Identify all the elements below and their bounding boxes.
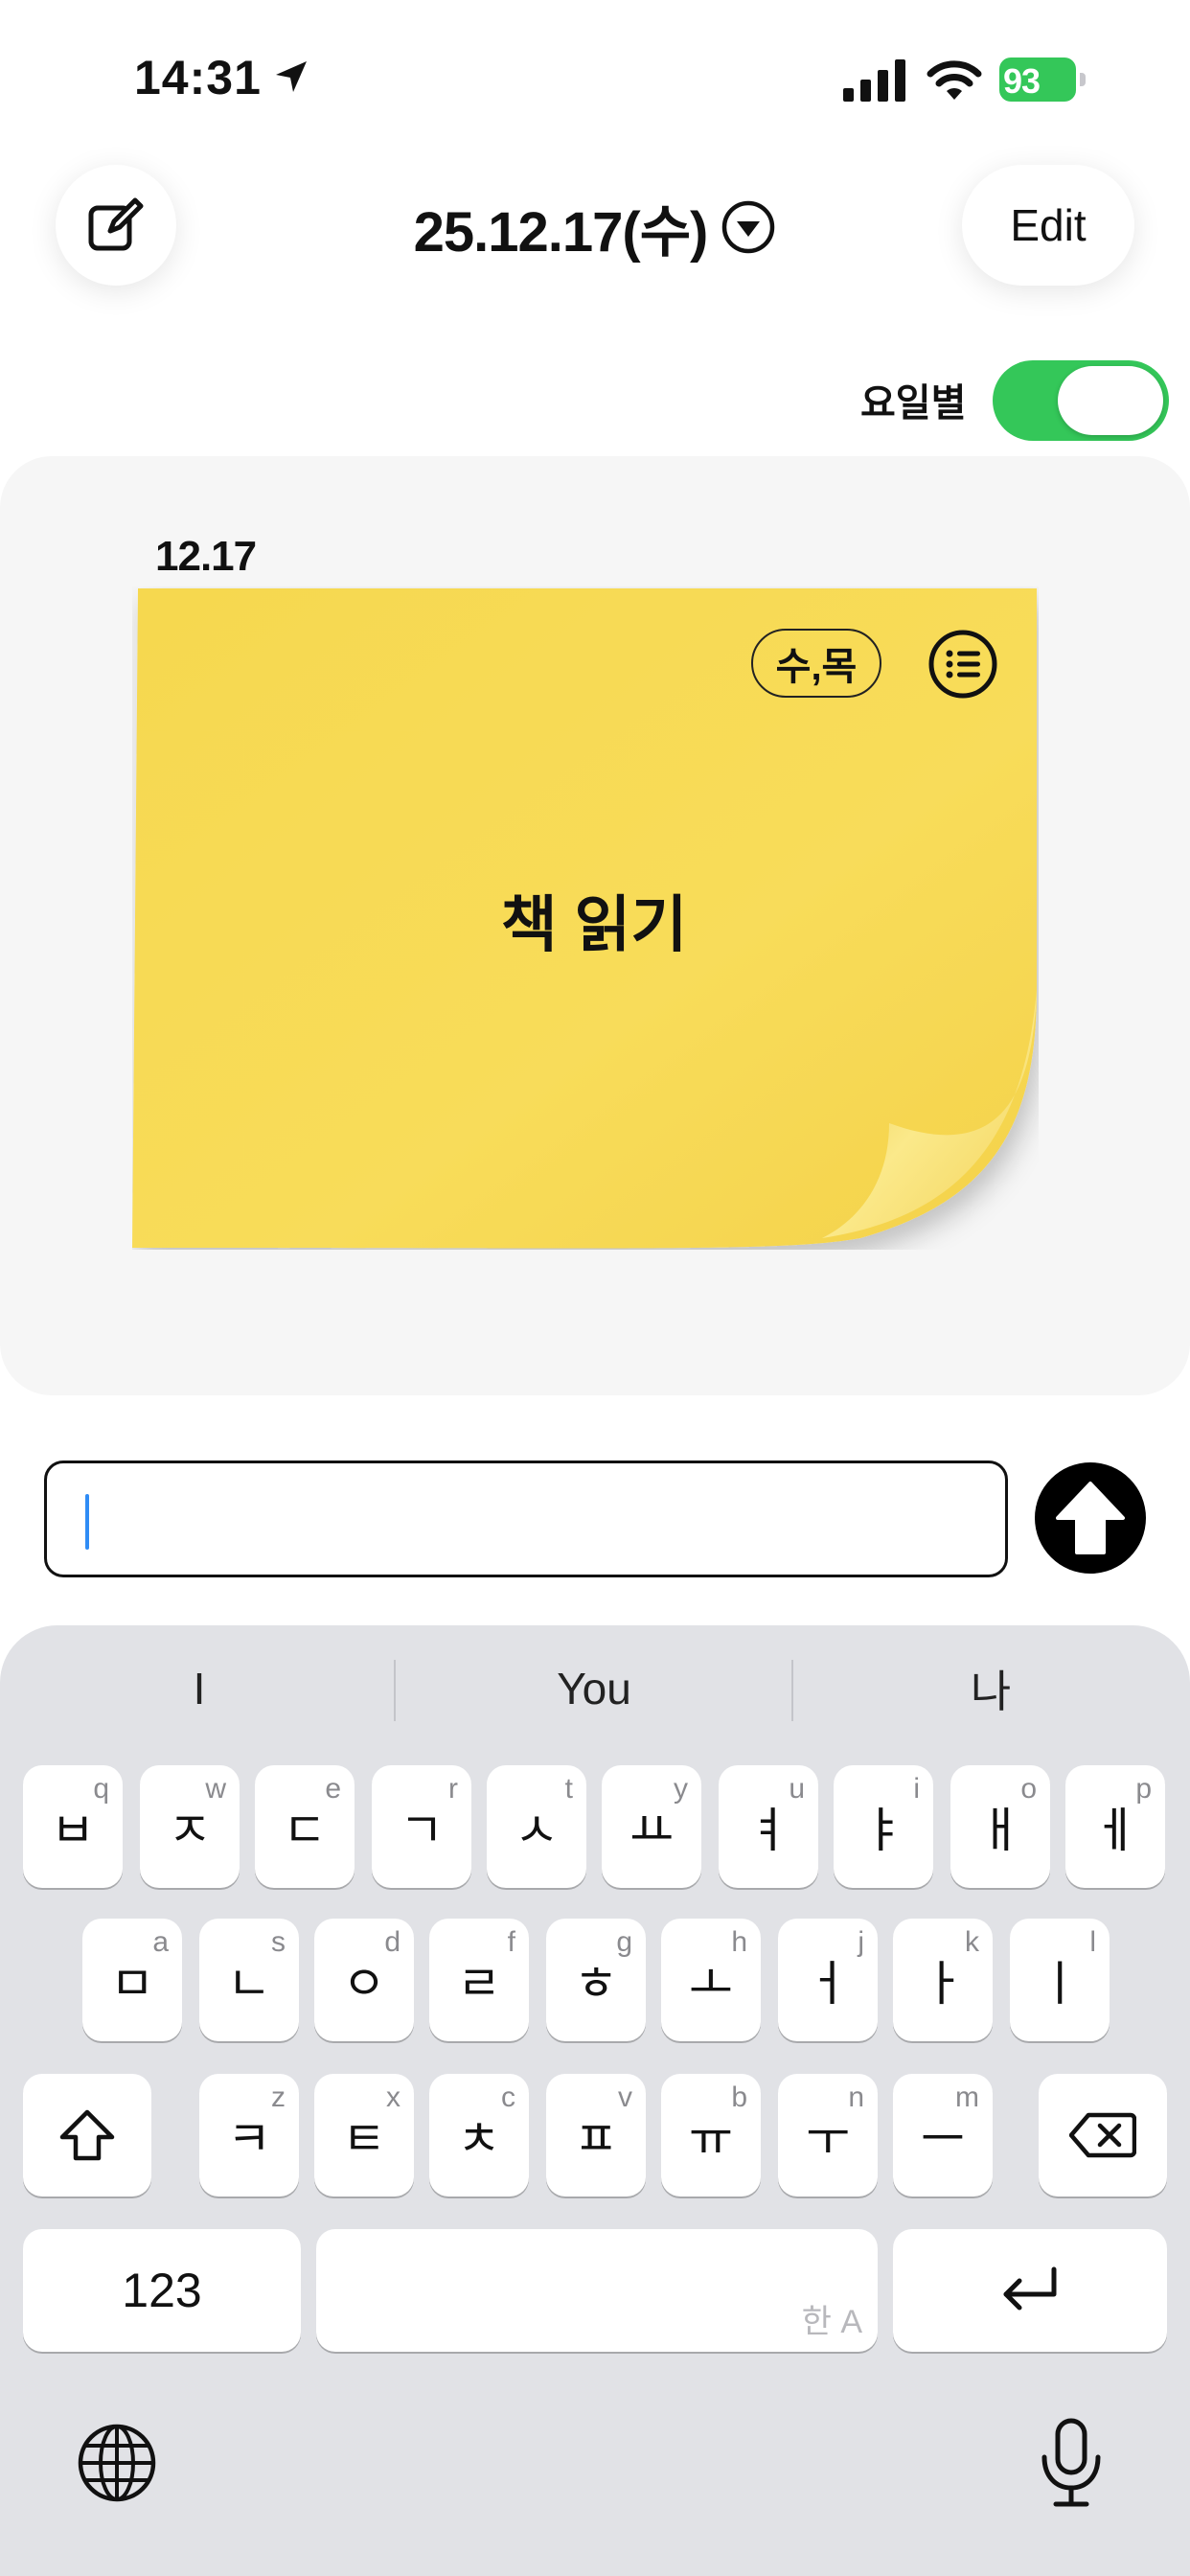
key-x[interactable]: ㅌx bbox=[314, 2074, 414, 2196]
suggestion-2[interactable]: You bbox=[402, 1650, 786, 1727]
day-badge[interactable]: 수,목 bbox=[751, 629, 881, 698]
key-u[interactable]: ㅕu bbox=[719, 1765, 818, 1888]
key-p[interactable]: ㅔp bbox=[1065, 1765, 1165, 1888]
location-arrow-icon bbox=[276, 61, 307, 92]
numbers-key[interactable]: 123 bbox=[23, 2229, 301, 2352]
suggestion-3[interactable]: 나 bbox=[799, 1650, 1182, 1727]
edit-button[interactable]: Edit bbox=[962, 165, 1134, 286]
chevron-down-circle-icon bbox=[722, 200, 775, 254]
page-title-date: 25.12.17(수) bbox=[413, 201, 709, 264]
key-s[interactable]: ㄴs bbox=[199, 1919, 299, 2041]
return-key[interactable] bbox=[893, 2229, 1167, 2352]
backspace-icon bbox=[1069, 2112, 1136, 2158]
suggestion-1[interactable]: I bbox=[8, 1650, 391, 1727]
send-button[interactable] bbox=[1035, 1462, 1146, 1574]
shift-icon bbox=[59, 2109, 115, 2161]
key-w[interactable]: ㅈw bbox=[140, 1765, 240, 1888]
weekday-toggle[interactable] bbox=[993, 360, 1169, 441]
suggestion-divider bbox=[791, 1660, 793, 1721]
return-icon bbox=[1003, 2266, 1057, 2311]
wifi-icon bbox=[927, 60, 982, 100]
note-text: 책 읽기 bbox=[500, 890, 688, 959]
key-c[interactable]: ㅊc bbox=[429, 2074, 529, 2196]
key-r[interactable]: ㄱr bbox=[372, 1765, 471, 1888]
status-bar: 14:31 93 bbox=[0, 0, 1190, 163]
suggestion-divider bbox=[394, 1660, 396, 1721]
key-b[interactable]: ㅠb bbox=[661, 2074, 761, 2196]
key-t[interactable]: ㅅt bbox=[487, 1765, 586, 1888]
key-e[interactable]: ㄷe bbox=[255, 1765, 355, 1888]
note-input[interactable] bbox=[44, 1460, 1008, 1577]
key-l[interactable]: ㅣl bbox=[1010, 1919, 1110, 2041]
list-icon[interactable] bbox=[927, 629, 998, 700]
key-o[interactable]: ㅐo bbox=[950, 1765, 1050, 1888]
battery-charging-icon: 93 bbox=[999, 58, 1086, 102]
keyboard-suggestions: I You 나 bbox=[0, 1650, 1190, 1727]
globe-icon[interactable] bbox=[75, 2421, 159, 2505]
key-d[interactable]: ㅇd bbox=[314, 1919, 414, 2041]
key-y[interactable]: ㅛy bbox=[602, 1765, 701, 1888]
key-i[interactable]: ㅑi bbox=[834, 1765, 933, 1888]
key-a[interactable]: ㅁa bbox=[82, 1919, 182, 2041]
arrow-up-icon bbox=[1056, 1482, 1125, 1554]
battery-percent: 93 bbox=[1003, 61, 1041, 101]
key-h[interactable]: ㅗh bbox=[661, 1919, 761, 2041]
key-q[interactable]: ㅂq bbox=[23, 1765, 123, 1888]
text-caret bbox=[85, 1494, 89, 1550]
key-n[interactable]: ㅜn bbox=[778, 2074, 878, 2196]
key-v[interactable]: ㅍv bbox=[546, 2074, 646, 2196]
delete-key[interactable] bbox=[1039, 2074, 1167, 2196]
cellular-signal-icon bbox=[843, 59, 905, 102]
space-key[interactable]: 한 A bbox=[316, 2229, 878, 2352]
key-f[interactable]: ㄹf bbox=[429, 1919, 529, 2041]
microphone-icon[interactable] bbox=[1037, 2417, 1106, 2509]
key-k[interactable]: ㅏk bbox=[893, 1919, 993, 2041]
weekday-toggle-label: 요일별 bbox=[860, 382, 967, 425]
note-date-label: 12.17 bbox=[155, 533, 257, 580]
status-time: 14:31 bbox=[134, 51, 262, 104]
key-z[interactable]: ㅋz bbox=[199, 2074, 299, 2196]
shift-key[interactable] bbox=[23, 2074, 151, 2196]
key-m[interactable]: ㅡm bbox=[893, 2074, 993, 2196]
key-g[interactable]: ㅎg bbox=[546, 1919, 646, 2041]
toggle-knob bbox=[1058, 366, 1163, 435]
keyboard-language-label: 한 A bbox=[801, 2304, 862, 2340]
key-j[interactable]: ㅓj bbox=[778, 1919, 878, 2041]
